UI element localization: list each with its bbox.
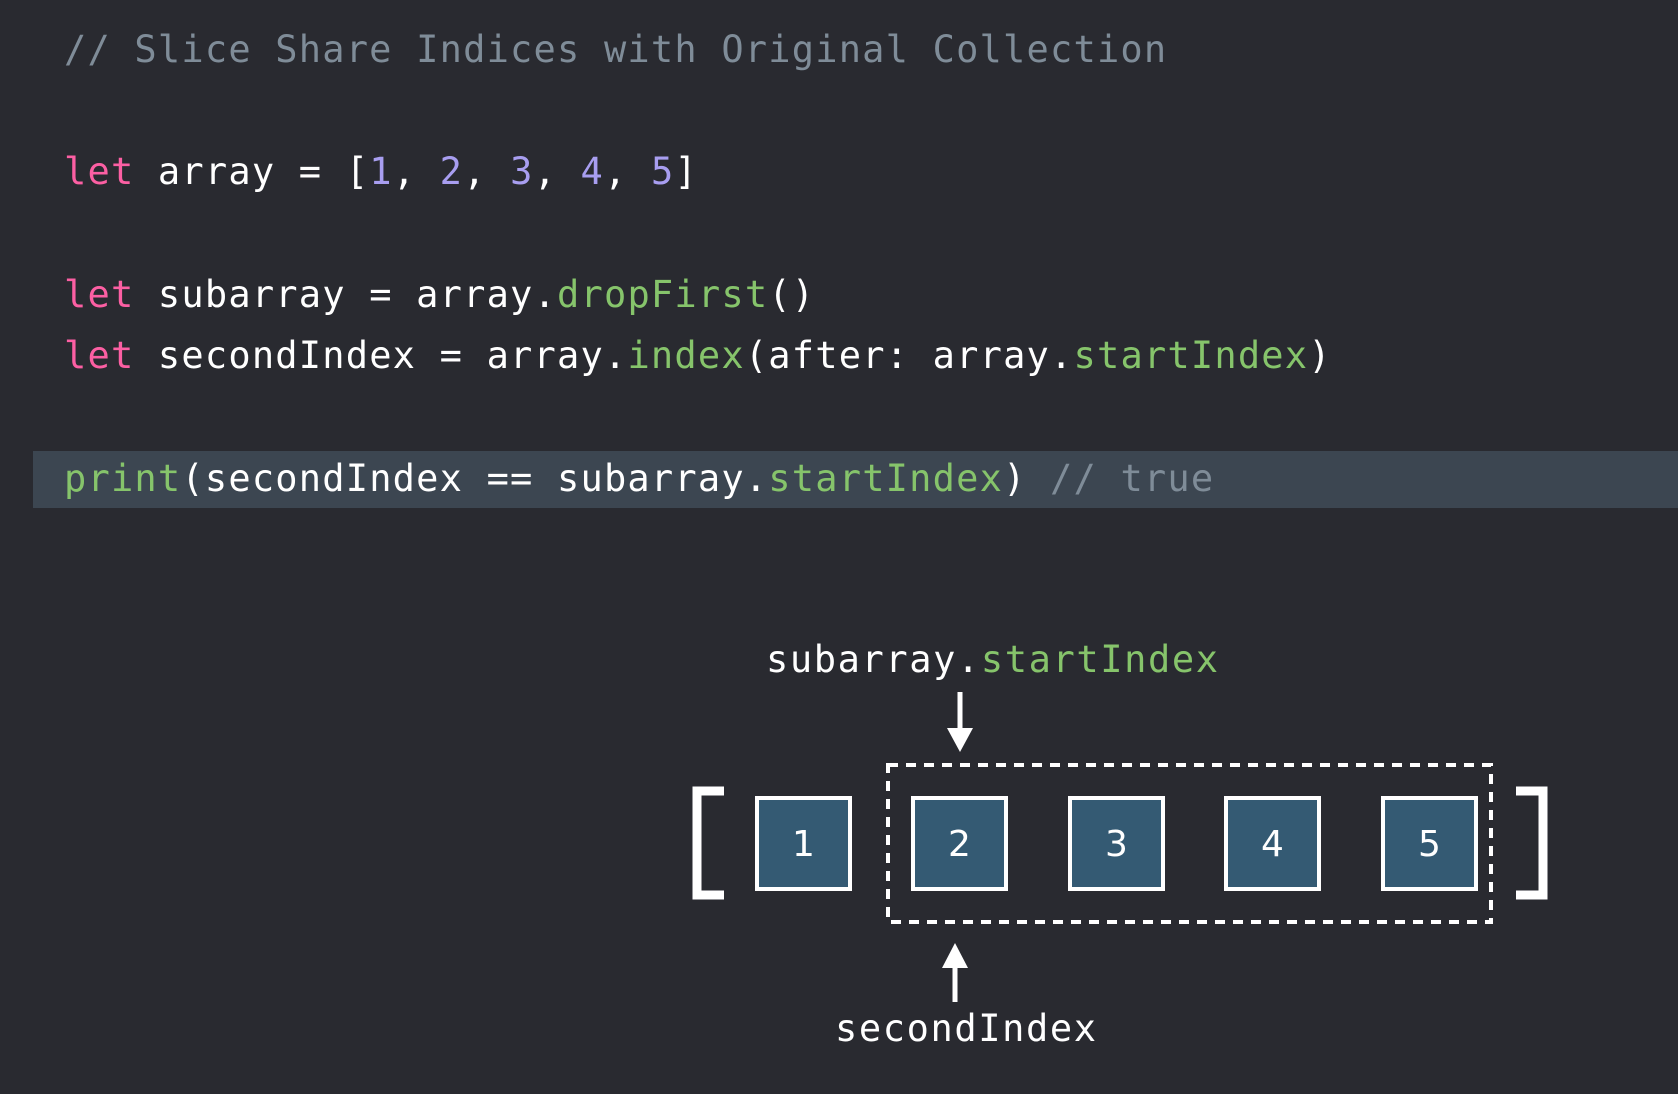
- array-element-box-2: 2: [911, 796, 1008, 891]
- arrow-down-icon: [947, 692, 973, 752]
- array-element-box-3: 3: [1068, 796, 1165, 891]
- element-label-2: 2: [948, 824, 971, 865]
- slice-diagram: 1 2 3 4 5: [692, 692, 1548, 1002]
- array-element-box-5: 5: [1381, 796, 1478, 891]
- arrow-up-icon: [942, 943, 968, 1002]
- element-label-1: 1: [792, 824, 815, 865]
- array-element-box-4: 4: [1224, 796, 1321, 891]
- left-bracket-icon: [692, 786, 724, 900]
- array-element-box-1: 1: [755, 796, 852, 891]
- element-label-4: 4: [1261, 824, 1284, 865]
- element-label-3: 3: [1105, 824, 1128, 865]
- element-label-5: 5: [1418, 824, 1441, 865]
- right-bracket-icon: [1516, 786, 1548, 900]
